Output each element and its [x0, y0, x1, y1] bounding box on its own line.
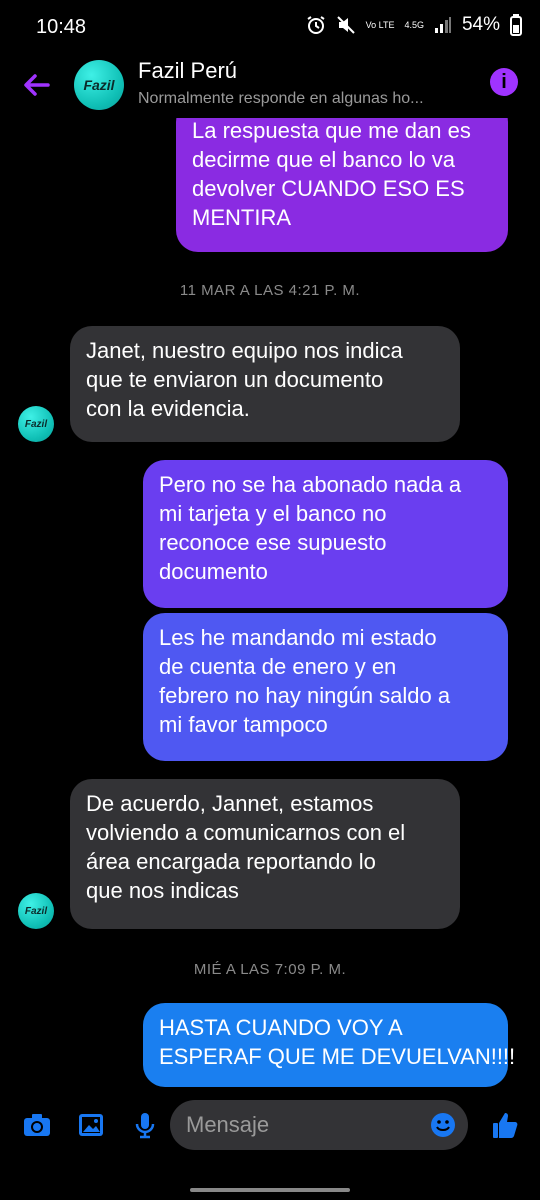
message-line: con la evidencia. — [86, 396, 250, 421]
avatar-logo-text: Fazil — [24, 905, 48, 917]
contact-avatar[interactable]: Fazil — [74, 60, 124, 110]
avatar-logo-text: Fazil — [83, 77, 115, 93]
message-line: volviendo a comunicarnos con el — [86, 820, 406, 845]
message-line: que te enviaron un documento — [86, 367, 384, 392]
message-line: febrero no hay ningún saldo a — [159, 683, 451, 708]
message-timestamp: MIÉ A LAS 7:09 P. M. — [193, 961, 347, 978]
image-icon[interactable] — [76, 1110, 106, 1140]
camera-icon[interactable] — [22, 1110, 52, 1140]
message-line: Les he mandando mi estado — [159, 625, 437, 650]
info-icon[interactable]: i — [490, 68, 518, 96]
sent-message[interactable]: Les he mandando mi estado de cuenta de e… — [143, 613, 508, 761]
contact-name[interactable]: Fazil Perú — [138, 58, 237, 84]
sender-avatar[interactable]: Fazil — [18, 406, 54, 442]
navigation-handle[interactable] — [190, 1188, 350, 1192]
message-line: área encargada reportando lo — [86, 849, 376, 874]
message-line: Janet, nuestro equipo nos indica — [86, 338, 403, 363]
sent-message[interactable]: La respuesta que me dan es decirme que e… — [176, 100, 508, 252]
sent-message[interactable]: Pero no se ha abonado nada a mi tarjeta … — [143, 460, 508, 608]
back-arrow-icon[interactable] — [20, 68, 54, 102]
thumbs-up-icon[interactable] — [490, 1110, 520, 1140]
message-timestamp: 11 MAR A LAS 4:21 P. M. — [179, 282, 361, 299]
message-line: HASTA CUANDO VOY A — [159, 1015, 403, 1040]
microphone-icon[interactable] — [130, 1110, 160, 1140]
message-line: Pero no se ha abonado nada a — [159, 472, 462, 497]
message-line: De acuerdo, Jannet, estamos — [86, 791, 374, 816]
message-composer: Mensaje — [0, 1090, 540, 1160]
message-line: de cuenta de enero y en — [159, 654, 397, 679]
emoji-icon[interactable] — [430, 1112, 456, 1138]
message-line: documento — [159, 559, 268, 584]
message-line: decirme que el banco lo va — [192, 147, 455, 172]
message-line: ESPERAF QUE ME DEVUELVAN!!!! — [159, 1044, 516, 1069]
message-thread: La respuesta que me dan es decirme que e… — [0, 0, 540, 1200]
chat-header: Fazil Fazil Perú Normalmente responde en… — [0, 52, 540, 118]
message-line: devolver CUANDO ESO ES — [192, 176, 465, 201]
message-line: que nos indicas — [86, 878, 239, 903]
message-line: mi tarjeta y el banco no — [159, 501, 387, 526]
avatar-logo-text: Fazil — [24, 418, 48, 430]
message-line: La respuesta que me dan es — [192, 118, 471, 143]
received-message[interactable]: De acuerdo, Jannet, estamos volviendo a … — [70, 779, 460, 929]
sent-message[interactable]: HASTA CUANDO VOY A ESPERAF QUE ME DEVUEL… — [143, 1003, 516, 1087]
contact-response-status: Normalmente responde en algunas ho... — [138, 90, 424, 107]
message-placeholder: Mensaje — [186, 1112, 270, 1137]
sender-avatar[interactable]: Fazil — [18, 893, 54, 929]
message-input[interactable]: Mensaje — [170, 1100, 468, 1150]
message-line: mi favor tampoco — [159, 712, 328, 737]
received-message[interactable]: Janet, nuestro equipo nos indica que te … — [70, 326, 460, 442]
message-line: MENTIRA — [192, 205, 291, 230]
message-line: reconoce ese supuesto — [159, 530, 387, 555]
